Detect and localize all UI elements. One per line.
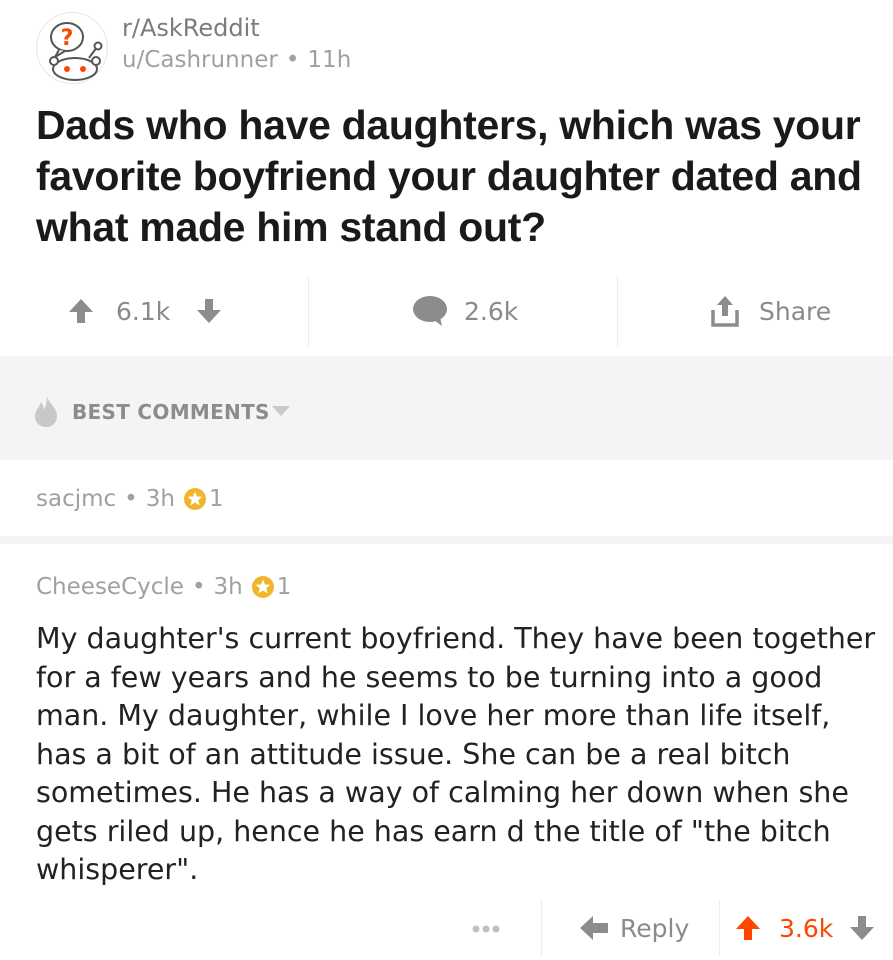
award-count: 1 xyxy=(276,574,292,600)
post-header: ? r/AskReddit u/Cashrunner • 11h xyxy=(0,0,893,100)
sort-label: BEST COMMENTS xyxy=(72,400,270,424)
share-label: Share xyxy=(759,296,832,326)
action-divider xyxy=(719,900,720,956)
askreddit-snoo-icon: ? xyxy=(49,22,103,81)
share-icon xyxy=(711,296,739,327)
downvote-icon[interactable] xyxy=(847,913,877,943)
award-badge: 1 xyxy=(251,574,292,600)
caret-down-icon xyxy=(272,406,290,416)
post-meta: u/Cashrunner • 11h xyxy=(122,47,351,73)
upvote-icon[interactable] xyxy=(733,913,763,943)
comment-collapsed[interactable]: sacjmc • 3h 1 xyxy=(0,460,893,536)
action-divider xyxy=(541,900,542,956)
comment-body: My daughter's current boyfriend. They ha… xyxy=(36,622,876,886)
post-action-bar: 6.1k 2.6k Share xyxy=(0,268,893,354)
comment-age: 3h xyxy=(213,574,243,600)
comment-meta: sacjmc • 3h 1 xyxy=(36,486,224,512)
reply-button[interactable]: Reply xyxy=(578,896,689,960)
reply-icon xyxy=(580,916,608,940)
comment-sort-bar[interactable]: BEST COMMENTS xyxy=(0,356,893,460)
award-icon xyxy=(251,576,274,598)
post-title: Dads who have daughters, which was your … xyxy=(36,102,862,250)
comment-age: 3h xyxy=(145,486,175,512)
subreddit-avatar[interactable]: ? xyxy=(36,12,108,84)
vote-group: 6.1k xyxy=(66,268,224,354)
downvote-icon[interactable] xyxy=(194,296,224,326)
reply-label: Reply xyxy=(620,913,690,943)
comment-score: 3.6k xyxy=(779,913,834,943)
comment-action-bar: Reply 3.6k xyxy=(0,896,893,960)
upvote-icon[interactable] xyxy=(66,296,96,326)
comment-count: 2.6k xyxy=(464,296,519,326)
action-divider xyxy=(308,276,309,346)
comments-button[interactable]: 2.6k xyxy=(412,268,518,354)
award-icon xyxy=(183,488,206,510)
meta-separator: • xyxy=(124,486,138,512)
post-score: 6.1k xyxy=(116,296,171,326)
comments-section: BEST COMMENTS sacjmc • 3h 1 CheeseCycle … xyxy=(0,356,893,960)
award-count: 1 xyxy=(208,486,224,512)
comment-meta: CheeseCycle • 3h 1 xyxy=(36,574,291,600)
comment-icon xyxy=(413,296,447,326)
post-author[interactable]: u/Cashrunner xyxy=(122,47,278,73)
flame-icon xyxy=(35,396,57,427)
post-age: 11h xyxy=(307,47,352,73)
meta-separator: • xyxy=(191,574,206,600)
comment-author[interactable]: sacjmc xyxy=(36,486,116,512)
more-icon[interactable] xyxy=(471,924,501,934)
action-divider xyxy=(617,276,618,346)
meta-separator: • xyxy=(285,47,300,73)
award-badge: 1 xyxy=(183,486,224,512)
comment-author[interactable]: CheeseCycle xyxy=(36,574,184,600)
comment-vote-group: 3.6k xyxy=(733,896,877,960)
subreddit-name[interactable]: r/AskReddit xyxy=(122,14,260,42)
svg-text:?: ? xyxy=(61,26,74,51)
share-button[interactable]: Share xyxy=(709,268,831,354)
